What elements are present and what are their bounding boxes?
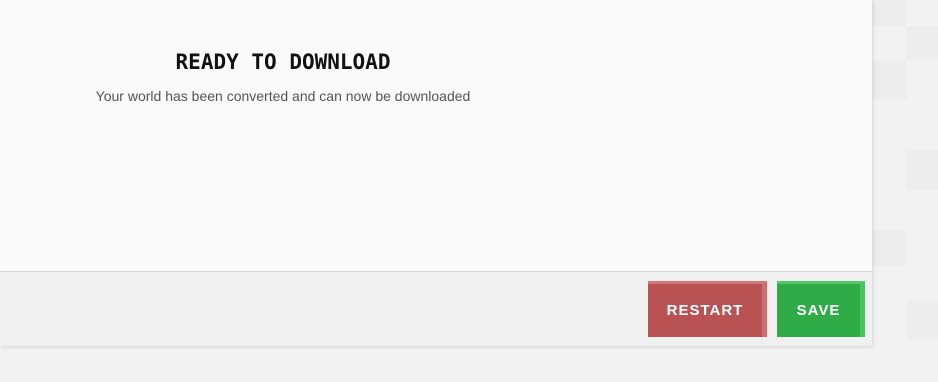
page: READY TO DOWNLOAD Your world has been co… — [0, 0, 938, 382]
background-pattern — [872, 0, 938, 382]
dialog-subtitle: Your world has been converted and can no… — [95, 88, 471, 104]
dialog-body: READY TO DOWNLOAD Your world has been co… — [0, 0, 872, 272]
dialog-title: READY TO DOWNLOAD — [175, 50, 391, 74]
restart-button[interactable]: RESTART — [648, 281, 767, 337]
save-button[interactable]: SAVE — [777, 281, 865, 337]
